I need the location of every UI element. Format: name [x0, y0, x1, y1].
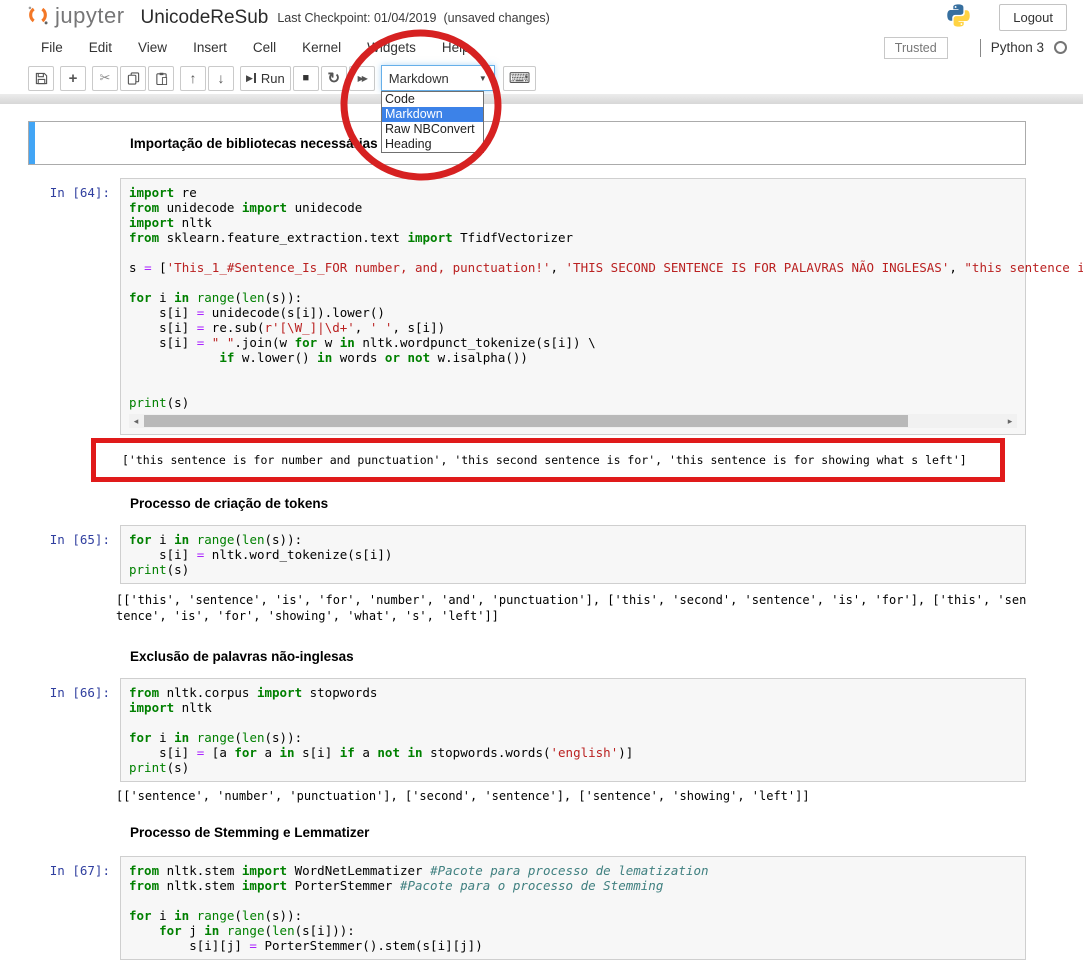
arrow-up-icon: ↑ [190, 70, 197, 86]
code-input-67[interactable]: from nltk.stem import WordNetLemmatizer … [120, 856, 1026, 960]
interrupt-kernel-button[interactable]: ■ [293, 66, 319, 91]
paste-cell-button[interactable] [148, 66, 174, 91]
chevron-down-icon: ▼ [479, 74, 487, 83]
code-editor[interactable]: for i in range(len(s)): s[i] = nltk.word… [129, 532, 1017, 577]
kernel-idle-indicator-icon [1054, 41, 1067, 54]
cell-type-dropdown-list: Code Markdown Raw NBConvert Heading [381, 91, 484, 153]
clipboard-paste-icon [155, 72, 168, 85]
add-cell-button[interactable]: + [60, 66, 86, 91]
code-editor[interactable]: import refrom unidecode import unidecode… [129, 185, 1017, 410]
cell-type-selected-value: Markdown [389, 71, 449, 86]
menu-widgets[interactable]: Widgets [354, 36, 429, 59]
command-palette-button[interactable]: ⌨ [503, 66, 537, 91]
menubar: File Edit View Insert Cell Kernel Widget… [0, 33, 1083, 62]
step-forward-run-icon: ▶ [246, 73, 256, 84]
cell-type-select[interactable]: Markdown ▼ [381, 65, 495, 91]
menu-edit[interactable]: Edit [76, 36, 125, 59]
unsaved-changes-status: (unsaved changes) [444, 11, 550, 25]
cell-type-option-code[interactable]: Code [382, 92, 483, 107]
copy-icon [127, 72, 140, 85]
stop-icon: ■ [302, 72, 309, 84]
menu-insert[interactable]: Insert [180, 36, 240, 59]
run-button-label: Run [261, 71, 285, 86]
run-button[interactable]: ▶ Run [240, 66, 291, 91]
floppy-save-icon [35, 72, 48, 85]
arrow-down-icon: ↓ [218, 70, 225, 86]
toolbar: + ✂ ↑ ↓ ▶ Run ■ [0, 62, 1083, 94]
menu-view[interactable]: View [125, 36, 180, 59]
code-editor[interactable]: from nltk.stem import WordNetLemmatizer … [129, 863, 1017, 953]
markdown-heading: Importação de bibliotecas necessárias [130, 136, 378, 151]
header-notebook-divider [0, 94, 1083, 104]
code-cell-66: In [66]: from nltk.corpus import stopwor… [28, 678, 1026, 782]
output-66: [['sentence', 'number', 'punctuation'], … [111, 788, 1026, 804]
notebook-header: jupyter UnicodeReSub Last Checkpoint: 01… [0, 0, 1083, 33]
menu-help[interactable]: Help [429, 36, 483, 59]
output-65: [['this', 'sentence', 'is', 'for', 'numb… [111, 592, 1026, 624]
restart-kernel-button[interactable]: ↻ [321, 66, 347, 91]
code-cell-65: In [65]: for i in range(len(s)): s[i] = … [28, 525, 1026, 584]
scrollbar-left-arrow-icon[interactable]: ◂ [129, 414, 143, 428]
toolbar-group-run: ▶ Run ■ ↻ ▶▶ [240, 66, 375, 91]
toolbar-group-save [28, 66, 54, 91]
jupyter-logo[interactable]: jupyter [27, 3, 125, 32]
notebook-area: Importação de bibliotecas necessárias In… [0, 104, 1083, 960]
output-area-66: [['sentence', 'number', 'punctuation'], … [28, 788, 1026, 804]
kernel-name: Python 3 [991, 40, 1044, 55]
input-prompt: In [66]: [28, 678, 120, 782]
cell-type-option-heading[interactable]: Heading [382, 137, 483, 152]
menu-kernel[interactable]: Kernel [289, 36, 354, 59]
save-button[interactable] [28, 66, 54, 91]
output-area-65: [['this', 'sentence', 'is', 'for', 'numb… [28, 592, 1026, 624]
code-editor[interactable]: from nltk.corpus import stopwordsimport … [129, 685, 1017, 775]
code-input-64[interactable]: import refrom unidecode import unidecode… [120, 178, 1026, 435]
notebook-title[interactable]: UnicodeReSub [141, 7, 269, 29]
plus-icon: + [69, 70, 78, 87]
cell-type-option-markdown[interactable]: Markdown [382, 107, 483, 122]
jupyter-logo-text: jupyter [55, 3, 125, 29]
input-prompt: In [64]: [28, 178, 120, 435]
selected-cell-bar [29, 122, 35, 164]
horizontal-scrollbar[interactable]: ◂ ▸ [129, 414, 1017, 428]
move-cell-down-button[interactable]: ↓ [208, 66, 234, 91]
output-64: ['this sentence is for number and punctu… [122, 452, 990, 468]
markdown-cell-imports[interactable]: Importação de bibliotecas necessárias [28, 121, 1026, 165]
toolbar-group-move: ↑ ↓ [180, 66, 234, 91]
menubar-separator [980, 39, 981, 57]
jupyter-icon [27, 3, 49, 32]
keyboard-icon: ⌨ [509, 69, 531, 87]
menubar-right: Trusted Python 3 [884, 37, 1067, 59]
markdown-cell-stemming[interactable]: Processo de Stemming e Lemmatizer [28, 825, 1026, 840]
input-prompt: In [67]: [28, 856, 120, 960]
restart-icon: ↻ [327, 69, 340, 87]
trusted-badge[interactable]: Trusted [884, 37, 948, 59]
input-prompt: In [65]: [28, 525, 120, 584]
markdown-cell-tokens[interactable]: Processo de criação de tokens [28, 496, 1026, 511]
checkpoint-status: Last Checkpoint: 01/04/2019 [277, 11, 436, 25]
code-input-65[interactable]: for i in range(len(s)): s[i] = nltk.word… [120, 525, 1026, 584]
python-logo-icon [946, 3, 971, 33]
code-cell-64: In [64]: import refrom unidecode import … [28, 178, 1026, 435]
code-input-66[interactable]: from nltk.corpus import stopwordsimport … [120, 678, 1026, 782]
toolbar-group-insert: + [60, 66, 86, 91]
copy-cell-button[interactable] [120, 66, 146, 91]
code-cell-67: In [67]: from nltk.stem import WordNetLe… [28, 856, 1026, 960]
scrollbar-thumb[interactable] [144, 415, 908, 427]
annotation-rectangle: ['this sentence is for number and punctu… [91, 438, 1005, 482]
menu-file[interactable]: File [28, 36, 76, 59]
markdown-cell-stopwords[interactable]: Exclusão de palavras não-inglesas [28, 649, 1026, 664]
scissors-cut-icon: ✂ [100, 70, 111, 86]
toolbar-group-clipboard: ✂ [92, 66, 174, 91]
fast-forward-icon: ▶▶ [358, 74, 366, 83]
restart-run-all-button[interactable]: ▶▶ [349, 66, 375, 91]
menu-cell[interactable]: Cell [240, 36, 289, 59]
logout-button[interactable]: Logout [999, 4, 1067, 31]
cell-type-option-raw[interactable]: Raw NBConvert [382, 122, 483, 137]
scrollbar-right-arrow-icon[interactable]: ▸ [1003, 414, 1017, 428]
cut-cell-button[interactable]: ✂ [92, 66, 118, 91]
move-cell-up-button[interactable]: ↑ [180, 66, 206, 91]
